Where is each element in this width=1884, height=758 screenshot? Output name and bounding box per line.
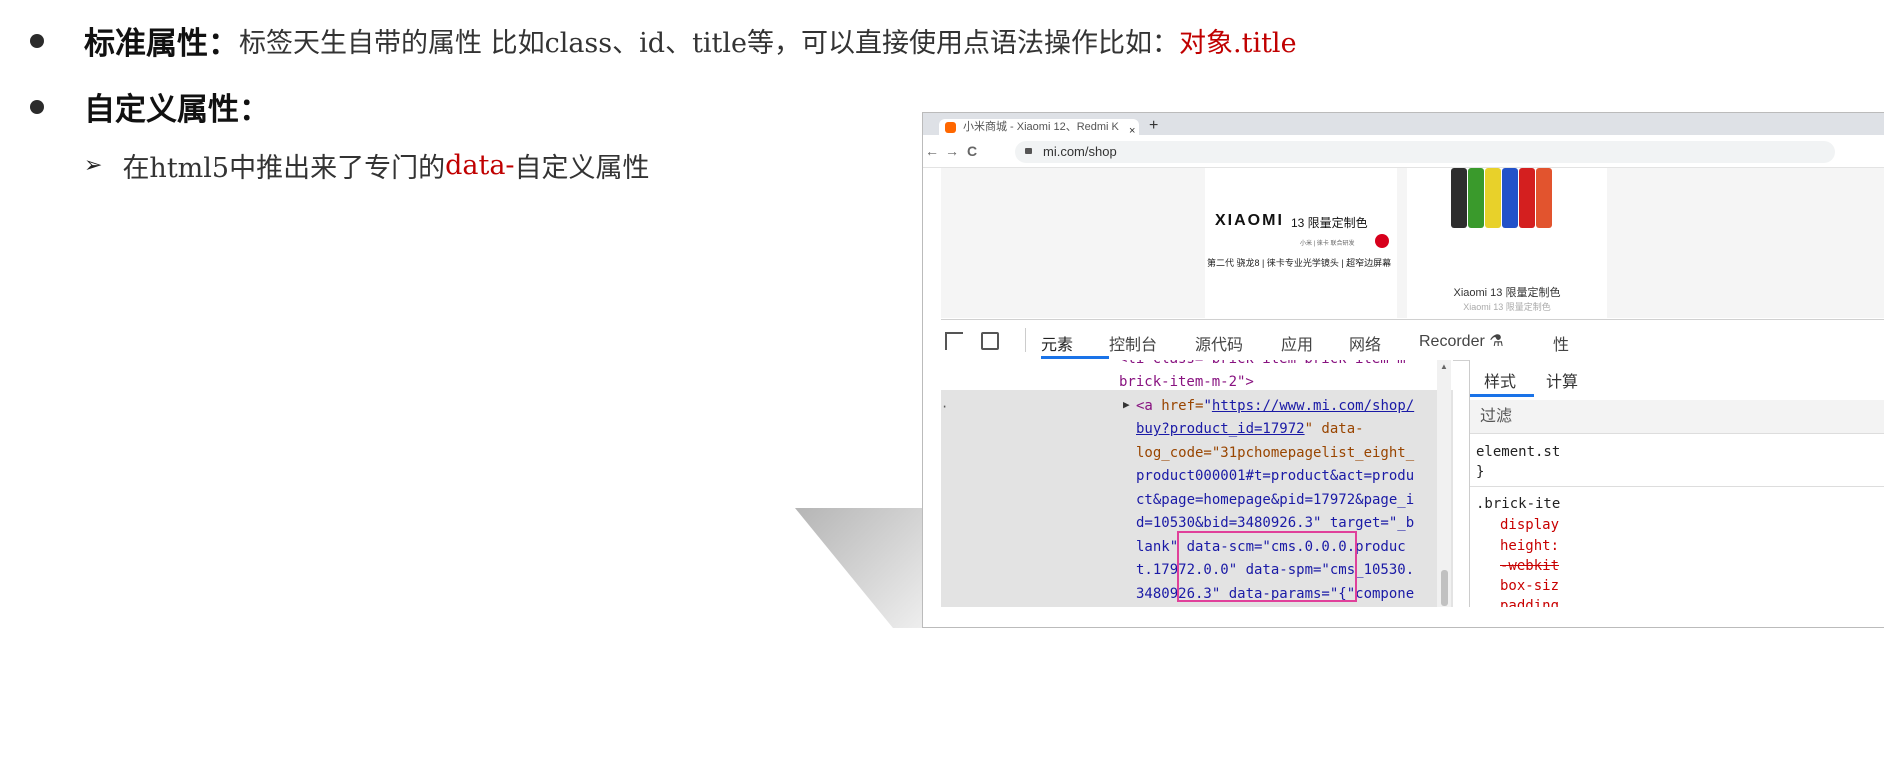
promo-tiny-text: 小米 | 徕卡 联合研发 (1300, 241, 1355, 247)
phone-image (1536, 168, 1552, 228)
reload-icon[interactable]: C (967, 143, 977, 159)
devtools-tab-performance[interactable]: 性 (1553, 331, 1569, 355)
styles-tab[interactable]: 样式 (1484, 368, 1516, 392)
device-toolbar-icon[interactable] (981, 332, 999, 350)
css-property[interactable]: padding (1500, 596, 1559, 607)
css-property[interactable]: height: (1500, 536, 1559, 556)
product-name: Xiaomi 13 限量定制色 (1453, 287, 1561, 299)
sub-text-before: 在html5中推出来了专门的 (122, 153, 446, 184)
devtools-tab-sources[interactable]: 源代码 (1195, 331, 1243, 355)
active-tab-indicator (1470, 394, 1534, 397)
phone-image (1468, 168, 1484, 228)
url-text: mi.com/shop (1043, 144, 1117, 159)
tab-close-icon[interactable]: × (1129, 123, 1135, 135)
data-attribute-highlight-box (1177, 531, 1357, 602)
css-rule-close: } (1476, 464, 1485, 480)
expand-triangle-icon[interactable]: ▶ (1123, 398, 1130, 411)
web-page-area: XIAOMI 13 限量定制色 小米 | 徕卡 联合研发 第二代 骁龙8 | 徕… (941, 168, 1884, 318)
css-property[interactable]: box-siz (1500, 576, 1559, 596)
address-bar-row: ← → C mi.com/shop (923, 135, 1884, 168)
css-property-overridden[interactable]: -webkit (1500, 556, 1559, 576)
browser-tab-title: 小米商城 - Xiaomi 12、Redmi K (963, 121, 1119, 133)
styles-panel: 样式 计算 过滤 element.st } .brick-ite display… (1469, 360, 1884, 607)
browser-tabbar: 小米商城 - Xiaomi 12、Redmi K × + (923, 113, 1884, 135)
node-ellipsis[interactable]: · (941, 400, 948, 414)
devtools-tab-console[interactable]: 控制台 (1109, 331, 1157, 355)
bullet-dot (30, 99, 44, 114)
sub-highlight: data- (445, 150, 515, 181)
back-icon[interactable]: ← (925, 143, 939, 159)
bullet-dot (30, 33, 44, 48)
code-line: <li class="brick-item brick-item-m (1119, 360, 1406, 372)
phone-image (1519, 168, 1535, 228)
leica-logo-icon (1375, 234, 1389, 248)
css-rule-selector: element.st (1476, 444, 1561, 460)
mi-favicon-icon (945, 122, 956, 133)
inspect-element-icon[interactable] (945, 332, 963, 350)
bullet-custom-attributes: 自定义属性： (30, 84, 270, 129)
bullet-text: 标签天生自带的属性 比如class、id、title等，可以直接使用点语法操作比… (239, 28, 1180, 59)
phone-image (1451, 168, 1467, 228)
bullet-heading: 标准属性： (84, 26, 239, 62)
promo-banner[interactable]: XIAOMI 13 限量定制色 小米 | 徕卡 联合研发 第二代 骁龙8 | 徕… (1205, 168, 1397, 318)
phone-image (1502, 168, 1518, 228)
promo-model: 13 限量定制色 (1291, 216, 1368, 230)
code-line: ct&page=homepage&pid=17972&page_i (1136, 492, 1415, 508)
toolbar-divider (1025, 328, 1026, 352)
forward-icon[interactable]: → (945, 143, 959, 159)
sub-bullet-data-attribute: ➢ 在html5中推出来了专门的 data- 自定义属性 (84, 146, 650, 185)
arrow-bullet-icon: ➢ (84, 153, 103, 178)
code-line: brick-item-m-2"> (1119, 374, 1254, 390)
devtools-tab-elements[interactable]: 元素 (1041, 331, 1073, 355)
rule-divider (1470, 486, 1884, 487)
code-line[interactable]: <a href="https://www.mi.com/shop/ (1136, 395, 1414, 419)
css-rule-selector: .brick-ite (1476, 496, 1561, 512)
bullet-standard-attributes: 标准属性： 标签天生自带的属性 比如class、id、title等，可以直接使用… (30, 18, 1297, 63)
scroll-thumb[interactable] (1441, 570, 1448, 606)
url-field[interactable]: mi.com/shop (1015, 141, 1835, 163)
phone-images (1451, 168, 1553, 230)
bullet-heading: 自定义属性： (84, 92, 270, 128)
xiaomi-logo: XIAOMI (1215, 212, 1284, 229)
bullet-highlight: 对象.title (1179, 28, 1297, 59)
lock-icon (1025, 148, 1032, 154)
devtools-tab-application[interactable]: 应用 (1281, 331, 1313, 355)
css-property[interactable]: display (1500, 515, 1559, 535)
code-line[interactable]: buy?product_id=17972" data- (1136, 418, 1364, 442)
phone-image (1485, 168, 1501, 228)
screenshot-shadow (795, 508, 935, 628)
product-subtitle: Xiaomi 13 限量定制色 (1463, 302, 1551, 312)
elements-scrollbar[interactable]: ▲ (1437, 360, 1451, 607)
product-card[interactable]: Xiaomi 13 限量定制色 Xiaomi 13 限量定制色 (1407, 168, 1607, 318)
computed-tab[interactable]: 计算 (1546, 368, 1578, 392)
browser-tab[interactable]: 小米商城 - Xiaomi 12、Redmi K × (939, 119, 1139, 135)
devtools-tabbar: 元素 控制台 源代码 应用 网络 Recorder ⚗ 性 (941, 319, 1884, 361)
scroll-up-icon[interactable]: ▲ (1440, 362, 1448, 371)
styles-filter-input[interactable]: 过滤 (1470, 400, 1884, 434)
promo-features: 第二代 骁龙8 | 徕卡专业光学镜头 | 超窄边屏幕 (1207, 258, 1392, 268)
sub-text-after: 自定义属性 (514, 153, 650, 184)
devtools-tab-recorder[interactable]: Recorder ⚗ (1419, 331, 1504, 351)
devtools-tab-network[interactable]: 网络 (1349, 331, 1381, 355)
active-tab-indicator (1041, 356, 1109, 359)
new-tab-icon[interactable]: + (1149, 117, 1158, 135)
browser-screenshot: 小米商城 - Xiaomi 12、Redmi K × + ← → C mi.co… (922, 112, 1884, 628)
code-line: product000001#t=product&act=produ (1136, 468, 1415, 484)
code-line: log_code="31pchomepagelist_eight_ (1136, 445, 1415, 461)
